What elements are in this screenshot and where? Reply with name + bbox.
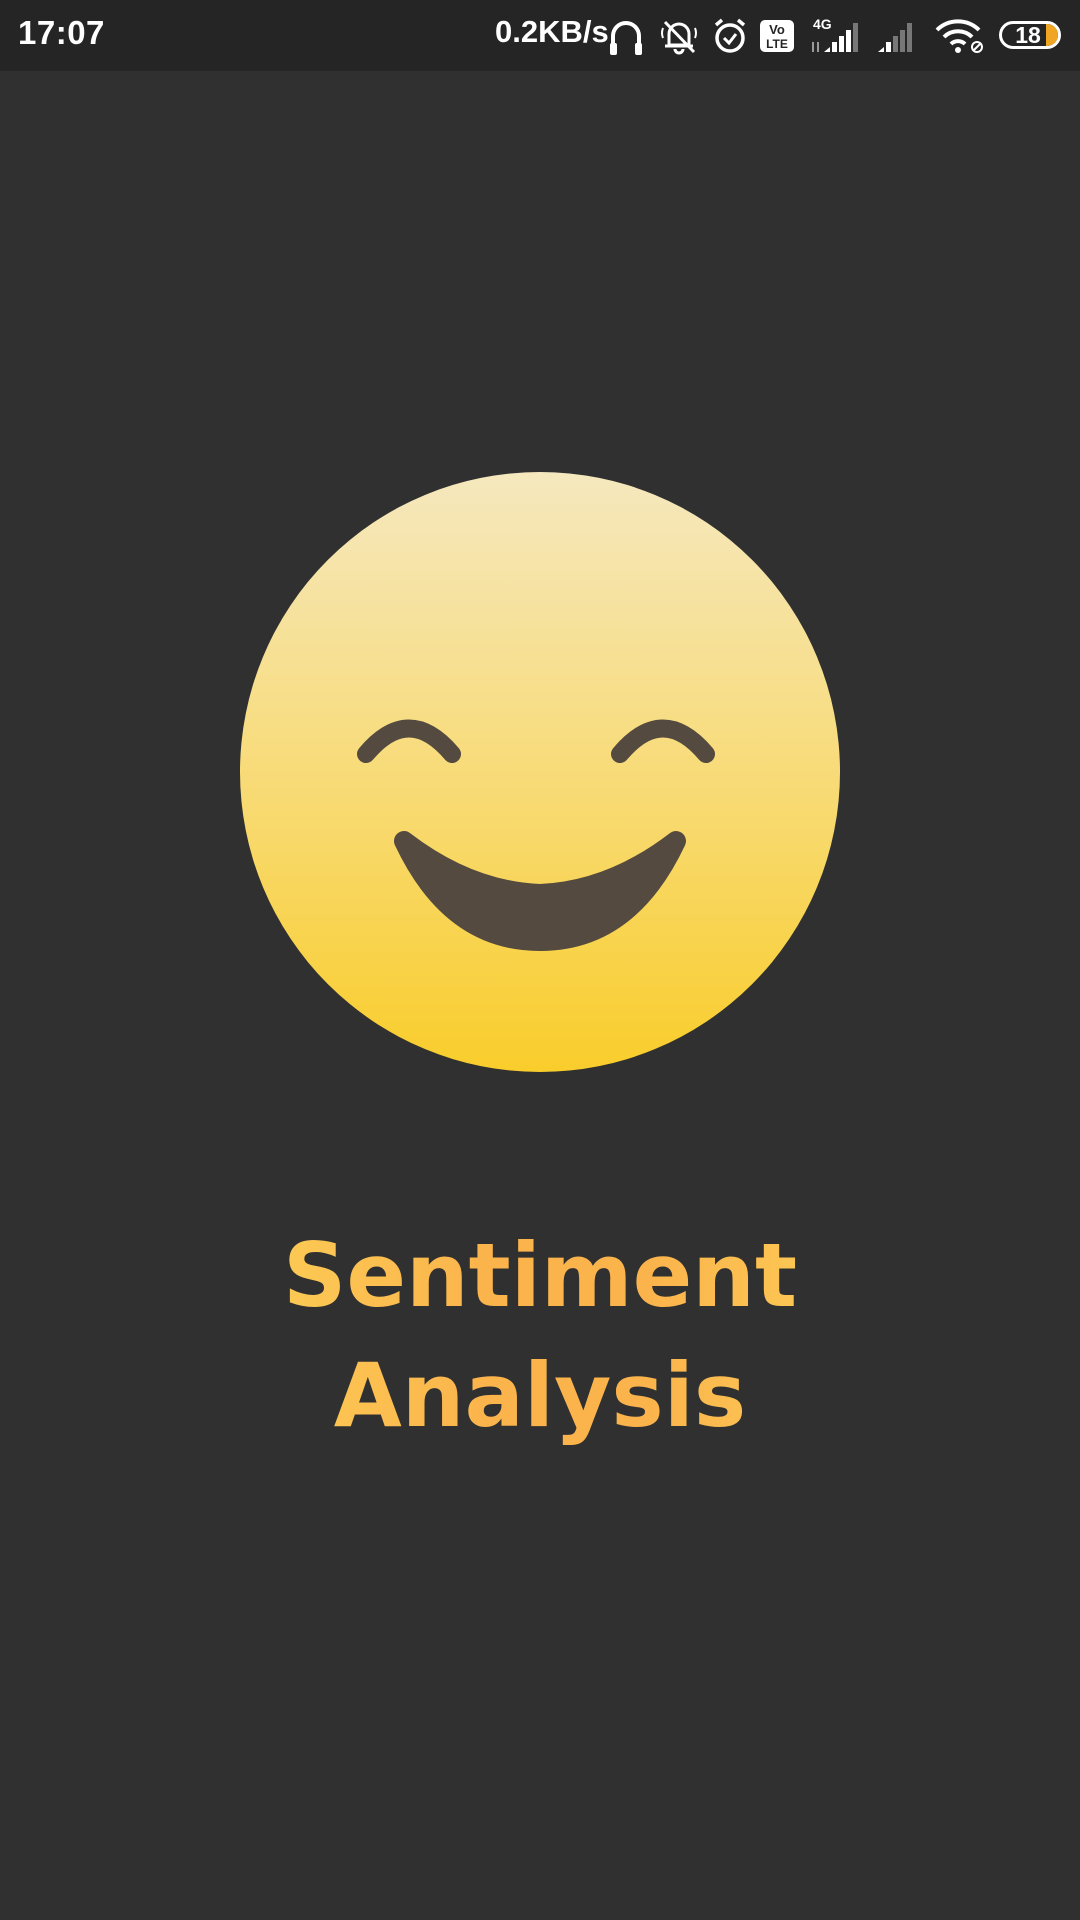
volte-icon: Vo LTE	[760, 20, 794, 64]
svg-text:Vo: Vo	[769, 22, 785, 37]
battery-level: 18	[1015, 22, 1041, 48]
signal-icon	[876, 20, 920, 64]
status-time: 17:07	[18, 14, 105, 51]
alarm-icon	[712, 17, 748, 61]
app-title-line-1: Sentiment	[0, 1216, 1080, 1336]
battery-icon: 18	[999, 21, 1061, 49]
network-speed: 0.2KB/s	[495, 14, 609, 49]
svg-text:LTE: LTE	[766, 37, 788, 51]
smiley-face-icon	[239, 471, 841, 1073]
wifi-icon	[935, 18, 985, 62]
app-title-line-2: Analysis	[0, 1336, 1080, 1456]
signal-icon	[808, 20, 868, 64]
muted-bell-icon	[660, 16, 698, 60]
status-bar: 17:07 0.2KB/s Vo LTE 4G 18	[0, 0, 1080, 71]
headphones-icon	[608, 18, 644, 62]
